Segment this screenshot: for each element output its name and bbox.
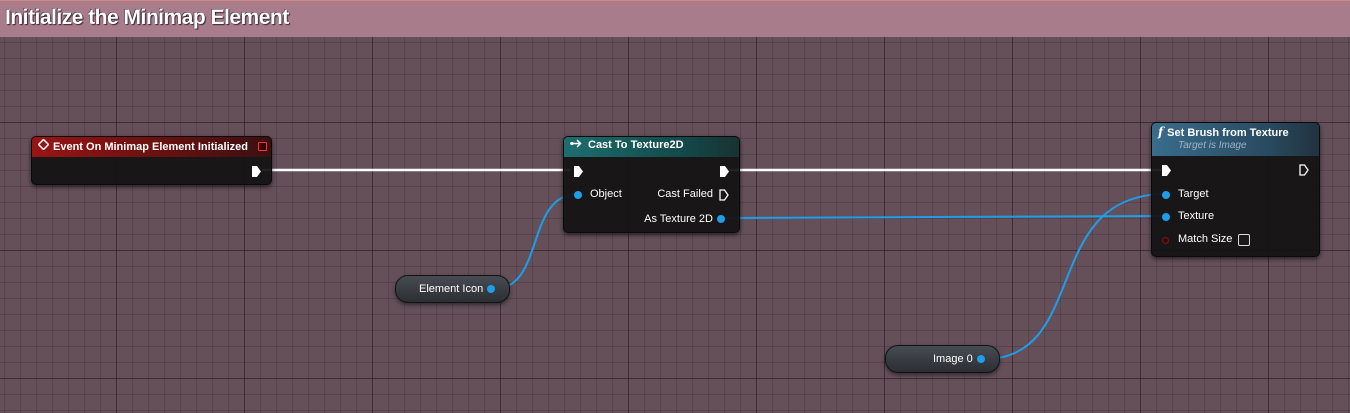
comment-title: Initialize the Minimap Element — [5, 6, 289, 29]
set-brush-match-size-label: Match Size — [1178, 233, 1233, 245]
set-brush-node-header[interactable]: f Set Brush from Texture Target is Image — [1152, 123, 1319, 156]
image-variable-label: Image 0 — [933, 353, 973, 365]
event-diamond-icon — [37, 138, 50, 153]
object-wire-texture-to-setbrush — [720, 215, 1167, 219]
event-exec-out-pin[interactable] — [252, 166, 261, 177]
set-brush-exec-in-pin[interactable] — [1162, 165, 1171, 176]
set-brush-target-label: Target — [1178, 188, 1209, 200]
cast-as-texture-pin[interactable] — [717, 215, 725, 223]
set-brush-target-pin[interactable] — [1162, 191, 1170, 199]
cast-node-header[interactable]: Cast To Texture2D — [564, 137, 739, 157]
set-brush-texture-pin[interactable] — [1162, 213, 1170, 221]
cast-arrow-icon — [570, 139, 584, 151]
cast-as-texture-label: As Texture 2D — [644, 213, 713, 225]
element-icon-variable-label: Element Icon — [419, 283, 484, 295]
set-brush-node[interactable]: f Set Brush from Texture Target is Image … — [1151, 122, 1320, 257]
cast-failed-label: Cast Failed — [657, 188, 713, 200]
set-brush-texture-label: Texture — [1178, 210, 1215, 222]
set-brush-node-title: Set Brush from Texture — [1167, 127, 1289, 139]
image-output-pin[interactable] — [977, 355, 985, 363]
cast-failed-exec-pin[interactable] — [719, 189, 729, 201]
event-node-title: Event On Minimap Element Initialized — [53, 141, 248, 153]
event-node-header[interactable]: Event On Minimap Element Initialized — [32, 137, 271, 157]
image-variable-node[interactable]: Image 0 — [885, 345, 1000, 373]
cast-object-label: Object — [590, 188, 622, 200]
event-node[interactable]: Event On Minimap Element Initialized — [31, 136, 272, 185]
cast-node-title: Cast To Texture2D — [588, 139, 684, 151]
element-icon-variable-node[interactable]: Element Icon — [395, 275, 510, 303]
function-f-icon: f — [1158, 125, 1164, 139]
match-size-checkbox[interactable] — [1238, 234, 1250, 246]
comment-box-header[interactable]: Initialize the Minimap Element — [0, 0, 1350, 37]
set-brush-match-size-pin[interactable] — [1162, 237, 1169, 244]
object-wire-image-to-target — [983, 193, 1167, 360]
cast-object-pin[interactable] — [574, 191, 582, 199]
set-brush-node-subtitle: Target is Image — [1178, 140, 1247, 151]
cast-node[interactable]: Cast To Texture2D Object Cast Failed As … — [563, 136, 740, 233]
element-icon-output-pin[interactable] — [487, 285, 495, 293]
set-brush-exec-out-pin[interactable] — [1299, 164, 1309, 176]
cast-exec-in-pin[interactable] — [574, 166, 583, 177]
delegate-square-icon[interactable] — [258, 142, 267, 151]
blueprint-graph-canvas[interactable]: Initialize the Minimap Element Event On … — [0, 0, 1350, 413]
cast-exec-out-pin[interactable] — [720, 166, 729, 177]
